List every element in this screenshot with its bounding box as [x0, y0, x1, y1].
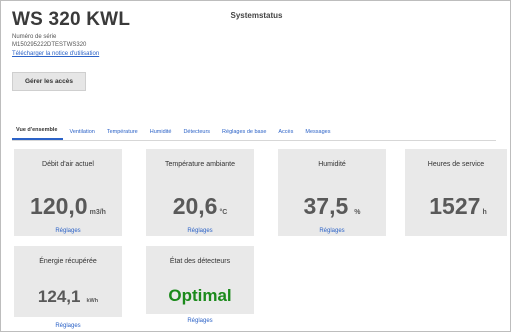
detector-status-card: État des détecteurs Optimal: [146, 246, 254, 314]
recovered-energy-card: Énergie récupérée 124,1 kWh: [14, 246, 122, 317]
tab-access[interactable]: Accès: [272, 129, 299, 140]
energy-settings-link[interactable]: Réglages: [14, 323, 122, 329]
tab-overview[interactable]: Vue d'ensemble: [12, 127, 64, 140]
airflow-settings-link[interactable]: Réglages: [14, 228, 122, 234]
serial-number-value: M150295222DTESTWS320: [12, 42, 87, 48]
serial-number-label: Numéro de série: [12, 34, 57, 40]
card-title: État des détecteurs: [169, 258, 231, 265]
tab-detectors[interactable]: Détecteurs: [177, 129, 216, 140]
detector-settings-link[interactable]: Réglages: [146, 318, 254, 324]
humidity-value: 37,5: [303, 193, 349, 219]
tab-ventilation[interactable]: Ventilation: [63, 129, 100, 140]
temperature-unit: °C: [219, 209, 228, 216]
card-value: 124,1 kWh: [14, 287, 122, 307]
energy-unit: kWh: [86, 298, 99, 304]
humidity-card: Humidité 37,5%: [278, 149, 386, 236]
tab-bar-underline: [12, 140, 496, 141]
humidity-settings-link[interactable]: Réglages: [278, 228, 386, 234]
card-title: Débit d'air actuel: [42, 161, 94, 168]
manage-access-button[interactable]: Gérer les accès: [12, 72, 86, 91]
operating-hours-value: 1527: [429, 193, 481, 219]
operating-hours-unit: h: [482, 209, 487, 216]
temperature-settings-link[interactable]: Réglages: [146, 228, 254, 234]
operating-hours-card: Heures de service 1527 h: [405, 149, 507, 236]
page-title: Systemstatus: [230, 11, 283, 20]
card-value: 20,6 °C: [146, 193, 254, 220]
tab-basic-settings[interactable]: Réglages de base: [216, 129, 272, 140]
card-title: Humidité: [318, 161, 346, 168]
humidity-unit: %: [354, 209, 361, 216]
tab-humidity[interactable]: Humidité: [144, 129, 178, 140]
airflow-value: 120,0: [30, 193, 88, 219]
card-value: 120,0 m3/h: [14, 193, 122, 220]
energy-value: 124,1: [37, 287, 81, 306]
airflow-unit: m3/h: [89, 209, 106, 216]
detector-status-value: Optimal: [168, 286, 232, 305]
temperature-card: Température ambiante 20,6 °C: [146, 149, 254, 236]
download-manual-link[interactable]: Télécharger la notice d'utilisation: [12, 51, 99, 57]
airflow-card: Débit d'air actuel 120,0 m3/h: [14, 149, 122, 236]
tab-bar: Vue d'ensemble Ventilation Température H…: [12, 124, 336, 140]
card-title: Énergie récupérée: [39, 258, 97, 265]
card-value: 1527 h: [409, 193, 507, 220]
tab-temperature[interactable]: Température: [101, 129, 144, 140]
tab-messages[interactable]: Messages: [299, 129, 336, 140]
card-title: Heures de service: [427, 161, 485, 168]
card-title: Température ambiante: [164, 161, 236, 168]
temperature-value: 20,6: [172, 193, 218, 219]
card-value: 37,5%: [278, 193, 386, 220]
